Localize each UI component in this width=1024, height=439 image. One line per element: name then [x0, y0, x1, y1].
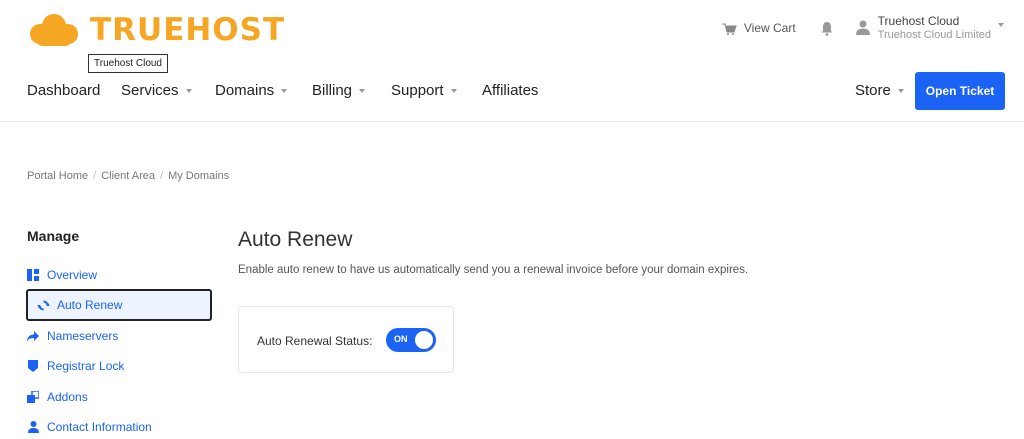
sidebar-item-label: Overview: [47, 268, 98, 282]
nav-dashboard[interactable]: Dashboard: [27, 82, 100, 99]
chevron-down-icon: [185, 88, 192, 93]
nav-support[interactable]: Support: [391, 82, 457, 99]
view-cart-link[interactable]: View Cart: [721, 21, 796, 35]
nav-services[interactable]: Services: [121, 82, 192, 99]
nav-affiliates[interactable]: Affiliates: [482, 82, 538, 99]
logo-wordmark: TRUEHOST: [90, 12, 286, 48]
sidebar-item-label: Auto Renew: [57, 298, 123, 312]
breadcrumb: Portal Home / Client Area / My Domains: [27, 170, 229, 182]
chevron-down-icon: [450, 88, 457, 93]
chevron-down-icon: [281, 88, 288, 93]
user-avatar-icon: [855, 20, 870, 35]
nav-label: Billing: [312, 82, 353, 99]
sidebar-item-label: Nameservers: [47, 329, 119, 343]
breadcrumb-separator: /: [93, 170, 97, 182]
bell-icon: [821, 21, 833, 36]
addons-icon: [26, 390, 40, 404]
nav-label: Affiliates: [482, 82, 539, 99]
account-company: Truehost Cloud Limited: [877, 29, 991, 41]
sidebar-item-registrar-lock[interactable]: Registrar Lock: [26, 350, 212, 382]
auto-renewal-status-label: Auto Renewal Status:: [257, 334, 373, 348]
sidebar-item-addons[interactable]: Addons: [26, 381, 212, 413]
auto-renew-card: Auto Renewal Status: ON: [238, 306, 454, 373]
page-title: Auto Renew: [238, 228, 353, 251]
overview-icon: [26, 268, 40, 282]
lock-shield-icon: [26, 359, 40, 373]
chevron-down-icon: [359, 88, 366, 93]
cloud-logo-icon: [26, 12, 82, 48]
nav-label: Store: [855, 82, 891, 99]
nav-domains[interactable]: Domains: [215, 82, 288, 99]
toggle-knob: [415, 331, 433, 349]
notifications-button[interactable]: [820, 21, 834, 36]
auto-renew-toggle[interactable]: ON: [386, 328, 436, 352]
open-ticket-button[interactable]: Open Ticket: [915, 72, 1005, 110]
sidebar-item-label: Registrar Lock: [47, 359, 125, 373]
breadcrumb-client-area[interactable]: Client Area: [101, 170, 155, 182]
nav-label: Domains: [215, 82, 275, 99]
sidebar-item-contact-information[interactable]: Contact Information: [26, 411, 212, 439]
nav-store[interactable]: Store: [855, 82, 904, 99]
sidebar-item-nameservers[interactable]: Nameservers: [26, 320, 212, 352]
cart-icon: [721, 23, 737, 35]
sidebar-title: Manage: [27, 228, 80, 244]
account-menu[interactable]: Truehost Cloud Truehost Cloud Limited: [855, 14, 1004, 42]
sidebar-item-overview[interactable]: Overview: [26, 259, 212, 291]
toggle-state-text: ON: [394, 334, 408, 344]
nav-billing[interactable]: Billing: [312, 82, 366, 99]
view-cart-label: View Cart: [743, 21, 796, 35]
sidebar-item-label: Addons: [47, 390, 88, 404]
refresh-icon: [36, 298, 50, 312]
sidebar-item-auto-renew[interactable]: Auto Renew: [26, 289, 212, 321]
nav-label: Services: [121, 82, 179, 99]
share-arrow-icon: [26, 329, 40, 343]
breadcrumb-portal-home[interactable]: Portal Home: [27, 170, 88, 182]
page-description: Enable auto renew to have us automatical…: [238, 264, 749, 276]
header-actions: View Cart Truehost Cloud Truehost Cloud …: [721, 14, 1004, 42]
breadcrumb-separator: /: [160, 170, 164, 182]
nav-label: Support: [391, 82, 444, 99]
chevron-down-icon: [897, 88, 904, 93]
chevron-down-icon: [998, 23, 1004, 27]
nav-label: Dashboard: [27, 82, 101, 99]
user-icon: [26, 420, 40, 434]
sidebar-item-label: Contact Information: [47, 420, 152, 434]
account-name: Truehost Cloud: [877, 14, 960, 28]
main-nav: Dashboard Services Domains Billing Suppo…: [0, 70, 1024, 122]
breadcrumb-my-domains: My Domains: [168, 170, 230, 182]
truehost-logo[interactable]: TRUEHOST: [26, 12, 285, 48]
